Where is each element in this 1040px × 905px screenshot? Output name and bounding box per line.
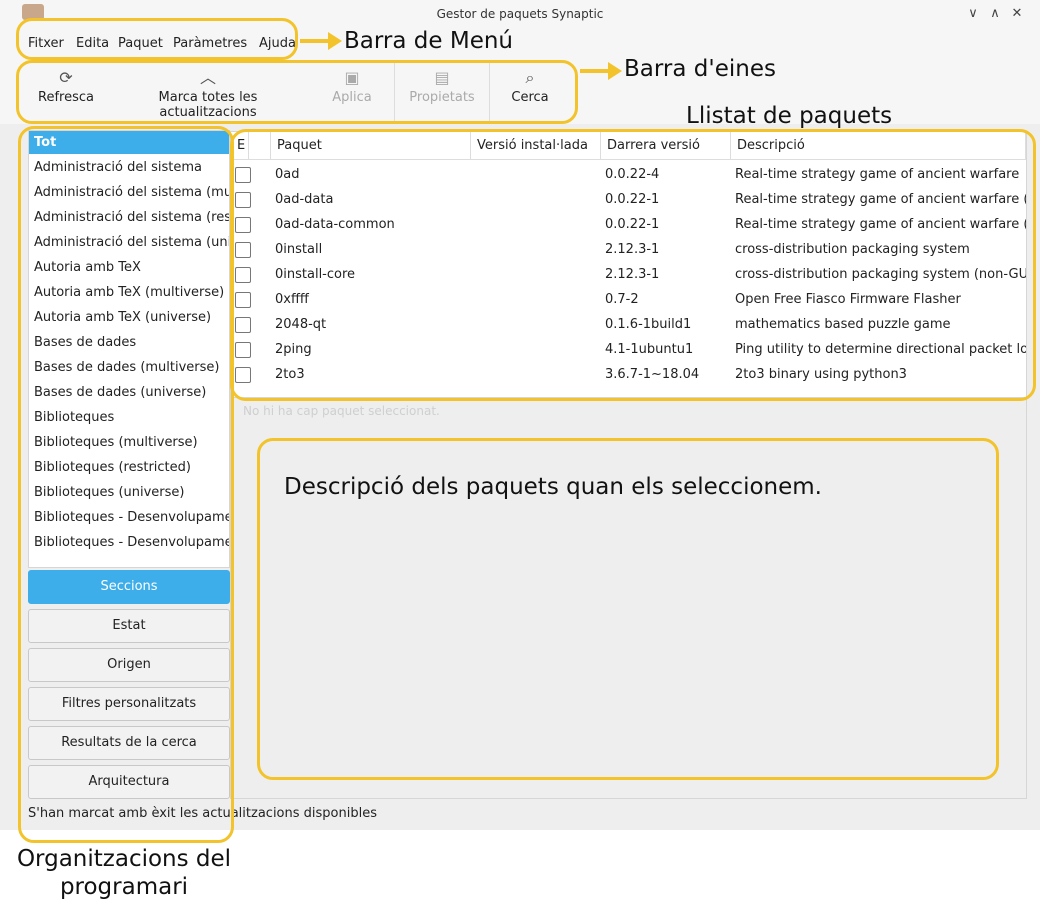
annotation-label-menu: Barra de Menú xyxy=(344,28,513,54)
annotation-label-package-list: Llistat de paquets xyxy=(686,103,893,129)
annotation-label-organizations-1: Organitzacions del xyxy=(16,846,232,872)
annotation-label-organizations-2: programari xyxy=(59,874,189,900)
annotation-arrowhead-toolbar xyxy=(608,62,622,80)
close-button[interactable]: ✕ xyxy=(1008,6,1026,24)
annotation-label-toolbar: Barra d'eines xyxy=(624,56,776,82)
annotation-box-package-list xyxy=(230,129,1036,401)
annotation-arrowhead-menu xyxy=(328,32,342,50)
annotation-arrow-toolbar xyxy=(580,69,610,73)
minimize-button[interactable]: ∨ xyxy=(964,6,982,24)
maximize-button[interactable]: ∧ xyxy=(986,6,1004,24)
annotation-box-organizations xyxy=(18,126,234,843)
description-placeholder: No hi ha cap paquet seleccionat. xyxy=(243,404,440,418)
annotation-label-description: Descripció dels paquets quan els selecci… xyxy=(284,474,822,500)
annotation-box-menu xyxy=(16,18,298,60)
annotation-box-toolbar xyxy=(16,60,578,124)
annotation-arrow-menu xyxy=(300,39,330,43)
